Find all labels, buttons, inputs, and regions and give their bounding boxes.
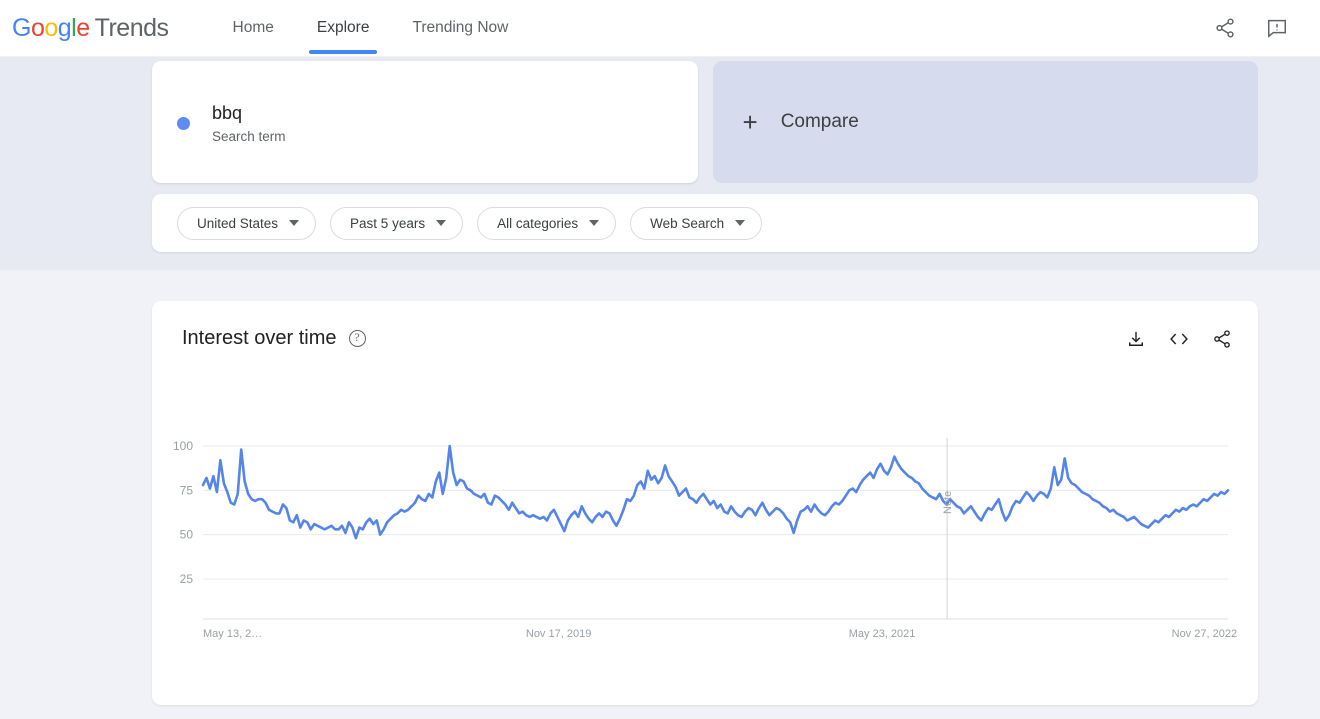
search-term-card[interactable]: bbq Search term [152,61,698,183]
filter-category[interactable]: All categories [477,206,617,240]
y-axis-tick-label: 75 [180,483,194,497]
search-term-value: bbq [212,102,243,123]
nav-item-home[interactable]: Home [229,0,278,57]
plus-icon: + [742,107,758,137]
share-icon[interactable] [1212,15,1238,41]
filter-category-label: All categories [497,215,579,231]
compare-button[interactable]: + Compare [712,61,1258,183]
chevron-down-icon [289,220,300,226]
y-axis-tick-label: 100 [173,439,193,453]
header-actions [1212,15,1290,41]
chevron-down-icon [735,220,746,226]
x-axis-tick-label: May 13, 2… [203,628,262,640]
search-terms-row: bbq Search term + Compare [152,61,1258,183]
x-axis-tick-label: Nov 27, 2022 [1172,628,1237,640]
filter-time-range[interactable]: Past 5 years [330,206,464,240]
compare-label: Compare [780,111,859,132]
feedback-icon[interactable] [1264,15,1290,41]
nav-label-explore: Explore [316,19,370,36]
filter-search-type[interactable]: Web Search [630,206,763,240]
filters-bar: United States Past 5 years All categorie… [152,194,1258,252]
google-trends-page: GoogleTrends Home Explore Trending Now [0,0,1320,719]
main-nav: Home Explore Trending Now [229,0,548,57]
x-axis-tick-label: May 23, 2021 [849,628,916,640]
chevron-down-icon [589,220,600,226]
search-term-texts: bbq Search term [212,101,286,144]
google-trends-logo[interactable]: Google Trends [12,14,169,43]
note-annotation-label: Note [942,490,955,514]
nav-label-home: Home [232,19,274,36]
logo-trends-text: Trends [94,13,169,42]
interest-over-time-card: Interest over time ? 100 75 50 25 May 13… [152,301,1258,705]
app-header: Google Trends Home Explore Trending Now [0,0,1320,57]
nav-item-trending-now[interactable]: Trending Now [408,0,512,57]
nav-item-explore[interactable]: Explore [308,0,377,57]
nav-label-trending-now: Trending Now [412,19,509,36]
interest-over-time-chart[interactable]: 100 75 50 25 May 13, 2… Nov 17, 2019 May 23, 2… [152,301,1258,705]
search-term-type: Search term [212,128,286,144]
filter-location[interactable]: United States [177,206,317,240]
filter-time-range-label: Past 5 years [350,215,426,231]
series-line-bbq[interactable] [201,444,1230,540]
y-axis-tick-label: 25 [180,572,194,586]
filter-search-type-label: Web Search [650,215,725,231]
filter-location-label: United States [197,215,279,231]
series-color-dot [177,116,190,130]
chevron-down-icon [436,220,447,226]
y-axis-tick-label: 50 [180,528,194,542]
x-axis-tick-label: Nov 17, 2019 [526,628,591,640]
